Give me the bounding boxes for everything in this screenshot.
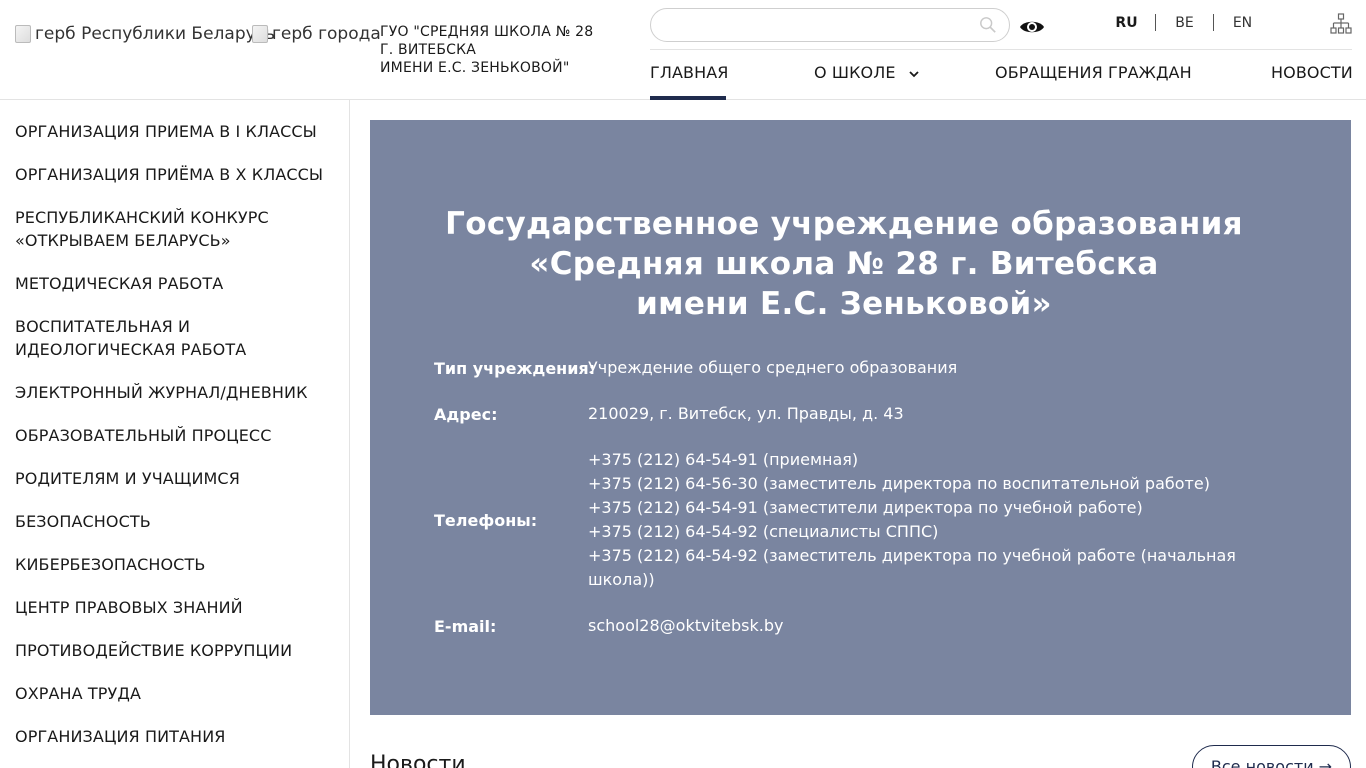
school-name[interactable]: ГУО "СРЕДНЯЯ ШКОЛА № 28 Г. ВИТЕБСКА ИМЕН… bbox=[380, 23, 610, 77]
sidebar-item-parents-students[interactable]: РОДИТЕЛЯМ И УЧАЩИМСЯ bbox=[15, 467, 325, 490]
sidebar-item-safety[interactable]: БЕЗОПАСНОСТЬ bbox=[15, 510, 325, 533]
sidebar-item-tenth-grade-admission[interactable]: ОРГАНИЗАЦИЯ ПРИЁМА В Х КЛАССЫ bbox=[15, 163, 325, 186]
coat-of-arms-republic-logo[interactable]: герб Республики Беларусь bbox=[15, 24, 275, 44]
phone-entry[interactable]: +375 (212) 64-54-91 (приемная) bbox=[588, 448, 1238, 472]
address-label: Адрес: bbox=[434, 405, 498, 424]
sidebar-item-catering[interactable]: ОРГАНИЗАЦИЯ ПИТАНИЯ bbox=[15, 725, 325, 748]
nav-active-indicator bbox=[650, 96, 726, 100]
sidebar-item-first-grade-admission[interactable]: ОРГАНИЗАЦИЯ ПРИЕМА В I КЛАССЫ bbox=[15, 120, 325, 143]
page-title-line: имени Е.С. Зеньковой» bbox=[636, 286, 1052, 322]
school-name-line: ГУО "СРЕДНЯЯ ШКОЛА № 28 bbox=[380, 24, 594, 40]
phones-label: Телефоны: bbox=[434, 511, 538, 530]
broken-image-icon bbox=[252, 25, 268, 43]
school-name-line: Г. ВИТЕБСКА bbox=[380, 42, 477, 58]
email-link[interactable]: school28@oktvitebsk.by bbox=[588, 614, 1238, 638]
institution-type-label: Тип учреждения: bbox=[434, 359, 596, 378]
nav-item-about-label: О ШКОЛЕ bbox=[814, 63, 896, 82]
page-title-line: «Средняя школа № 28 г. Витебска bbox=[529, 246, 1159, 282]
sidebar-item-upbringing-work[interactable]: ВОСПИТАТЕЛЬНАЯ И ИДЕОЛОГИЧЕСКАЯ РАБОТА bbox=[15, 315, 325, 361]
chevron-down-icon bbox=[909, 70, 919, 77]
phone-entry[interactable]: +375 (212) 64-54-92 (специалисты СППС) bbox=[588, 520, 1238, 544]
language-switcher: RU BE EN bbox=[1106, 14, 1263, 31]
nav-divider bbox=[650, 49, 1352, 50]
all-news-button[interactable]: Все новости → bbox=[1192, 745, 1351, 768]
sidebar-item-cybersecurity[interactable]: КИБЕРБЕЗОПАСНОСТЬ bbox=[15, 553, 325, 576]
sidebar-item-labor-protection[interactable]: ОХРАНА ТРУДА bbox=[15, 682, 325, 705]
phone-entry[interactable]: +375 (212) 64-56-30 (заместитель директо… bbox=[588, 472, 1238, 496]
sidebar-item-e-journal[interactable]: ЭЛЕКТРОННЫЙ ЖУРНАЛ/ДНЕВНИК bbox=[15, 381, 325, 404]
search-box bbox=[650, 8, 1010, 42]
search-input[interactable] bbox=[665, 9, 975, 41]
nav-item-news[interactable]: НОВОСТИ bbox=[1271, 63, 1353, 82]
coat-of-arms-city-logo[interactable]: герб города bbox=[252, 24, 381, 44]
school-name-line: ИМЕНИ Е.С. ЗЕНЬКОВОЙ" bbox=[380, 60, 570, 76]
lang-en[interactable]: EN bbox=[1222, 15, 1263, 31]
sidebar-item-republic-contest[interactable]: РЕСПУБЛИКАНСКИЙ КОНКУРС «ОТКРЫВАЕМ БЕЛАР… bbox=[15, 206, 325, 252]
phone-entry[interactable]: +375 (212) 64-54-91 (заместители директо… bbox=[588, 496, 1238, 520]
eye-icon[interactable] bbox=[1019, 14, 1045, 40]
broken-image-icon bbox=[15, 25, 31, 43]
lang-divider bbox=[1155, 14, 1156, 31]
page-title: Государственное учреждение образования «… bbox=[370, 204, 1318, 324]
sitemap-icon[interactable] bbox=[1330, 13, 1352, 35]
lang-divider bbox=[1213, 14, 1214, 31]
sidebar-item-legal-knowledge[interactable]: ЦЕНТР ПРАВОВЫХ ЗНАНИЙ bbox=[15, 596, 325, 619]
search-icon[interactable] bbox=[979, 16, 997, 34]
nav-item-home[interactable]: ГЛАВНАЯ bbox=[650, 63, 729, 82]
email-label: E-mail: bbox=[434, 617, 497, 636]
institution-type-value: Учреждение общего среднего образования bbox=[588, 358, 958, 377]
address-value: 210029, г. Витебск, ул. Правды, д. 43 bbox=[588, 404, 904, 423]
news-section-title: Новости bbox=[370, 752, 466, 768]
nav-item-about[interactable]: О ШКОЛЕ bbox=[814, 63, 919, 82]
phone-entry[interactable]: +375 (212) 64-54-92 (заместитель директо… bbox=[588, 544, 1238, 568]
sidebar-item-methodical-work[interactable]: МЕТОДИЧЕСКАЯ РАБОТА bbox=[15, 272, 325, 295]
sidebar-item-anti-corruption[interactable]: ПРОТИВОДЕЙСТВИЕ КОРРУПЦИИ bbox=[15, 639, 325, 662]
sidebar: ОРГАНИЗАЦИЯ ПРИЕМА В I КЛАССЫ ОРГАНИЗАЦИ… bbox=[0, 100, 350, 768]
phones-list: +375 (212) 64-54-91 (приемная) +375 (212… bbox=[588, 448, 1238, 592]
nav-item-citizen-appeals[interactable]: ОБРАЩЕНИЯ ГРАЖДАН bbox=[995, 63, 1192, 82]
site-header: герб Республики Беларусь герб города ГУО… bbox=[0, 0, 1366, 100]
lang-ru[interactable]: RU bbox=[1106, 15, 1147, 31]
school-info-banner: Государственное учреждение образования «… bbox=[370, 120, 1351, 715]
logo-city-alt: герб города bbox=[272, 24, 381, 44]
lang-be[interactable]: BE bbox=[1164, 15, 1205, 31]
phone-entry: школа)) bbox=[588, 570, 655, 589]
logo-republic-alt: герб Республики Беларусь bbox=[35, 24, 276, 44]
page-title-line: Государственное учреждение образования bbox=[445, 206, 1243, 242]
sidebar-item-educational-process[interactable]: ОБРАЗОВАТЕЛЬНЫЙ ПРОЦЕСС bbox=[15, 424, 325, 447]
